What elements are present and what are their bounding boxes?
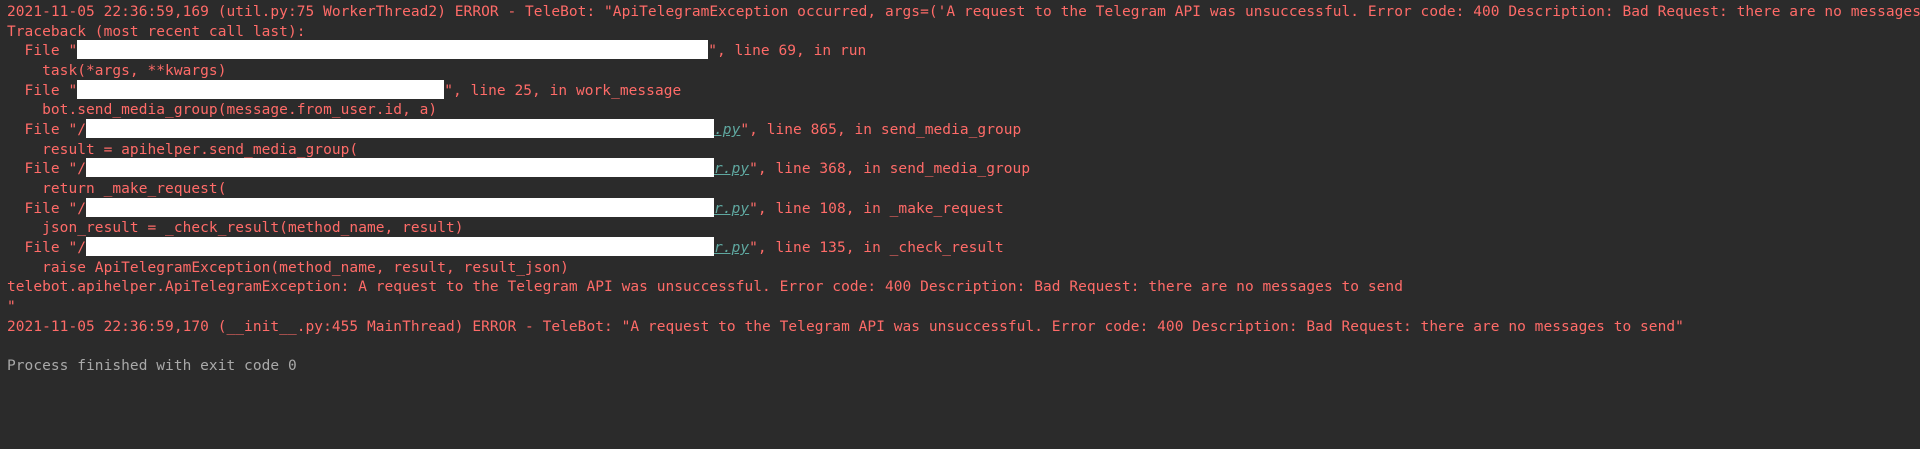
log-error-line-2: 2021-11-05 22:36:59,170 (__init__.py:455… bbox=[7, 319, 1684, 335]
file-prefix: File " bbox=[7, 43, 78, 59]
exception-message: telebot.apihelper.ApiTelegramException: … bbox=[7, 279, 1403, 295]
traceback-code-line: raise ApiTelegramException(method_name, … bbox=[7, 260, 569, 276]
file-link[interactable]: r.py bbox=[714, 161, 749, 177]
closing-quote: " bbox=[7, 299, 16, 315]
traceback-file-line: File "/ r.py", line 135, in _check_result bbox=[7, 237, 1004, 258]
file-link[interactable]: .py bbox=[714, 122, 740, 138]
file-prefix: File "/ bbox=[7, 201, 87, 217]
traceback-file-line: File "/ .py", line 865, in send_media_gro… bbox=[7, 119, 1022, 140]
file-suffix: ", line 368, in send_media_group bbox=[749, 161, 1031, 177]
traceback-code-line: task(*args, **kwargs) bbox=[7, 63, 227, 79]
redacted-path bbox=[86, 237, 715, 256]
traceback-file-line: File "/ r.py", line 368, in send_media_gr… bbox=[7, 158, 1031, 179]
file-link[interactable]: r.py bbox=[714, 240, 749, 256]
file-prefix: File " bbox=[7, 83, 78, 99]
traceback-code-line: bot.send_media_group(message.from_user.i… bbox=[7, 102, 438, 118]
file-suffix: ", line 69, in run bbox=[708, 43, 867, 59]
file-link[interactable]: r.py bbox=[714, 201, 749, 217]
file-suffix: ", line 25, in work_message bbox=[444, 83, 682, 99]
console-output[interactable]: 2021-11-05 22:36:59,169 (util.py:75 Work… bbox=[0, 0, 1920, 449]
log-error-line-1: 2021-11-05 22:36:59,169 (util.py:75 Work… bbox=[7, 4, 1920, 20]
file-suffix: ", line 108, in _make_request bbox=[749, 201, 1004, 217]
file-suffix: ", line 135, in _check_result bbox=[749, 240, 1004, 256]
traceback-header: Traceback (most recent call last): bbox=[7, 24, 306, 40]
file-prefix: File "/ bbox=[7, 161, 87, 177]
traceback-code-line: json_result = _check_result(method_name,… bbox=[7, 220, 464, 236]
traceback-code-line: result = apihelper.send_media_group( bbox=[7, 142, 359, 158]
redacted-path bbox=[86, 198, 715, 217]
file-suffix: ", line 865, in send_media_group bbox=[740, 122, 1022, 138]
file-prefix: File "/ bbox=[7, 240, 87, 256]
redacted-path bbox=[86, 119, 715, 138]
file-prefix: File "/ bbox=[7, 122, 87, 138]
traceback-file-line: File " ", line 69, in run bbox=[7, 40, 867, 61]
redacted-path bbox=[77, 80, 445, 99]
traceback-file-line: File " ", line 25, in work_message bbox=[7, 80, 682, 101]
traceback-code-line: return _make_request( bbox=[7, 181, 227, 197]
redacted-path bbox=[86, 158, 715, 177]
traceback-file-line: File "/ r.py", line 108, in _make_request bbox=[7, 198, 1004, 219]
redacted-path bbox=[77, 40, 709, 59]
process-exit-message: Process finished with exit code 0 bbox=[7, 358, 297, 374]
